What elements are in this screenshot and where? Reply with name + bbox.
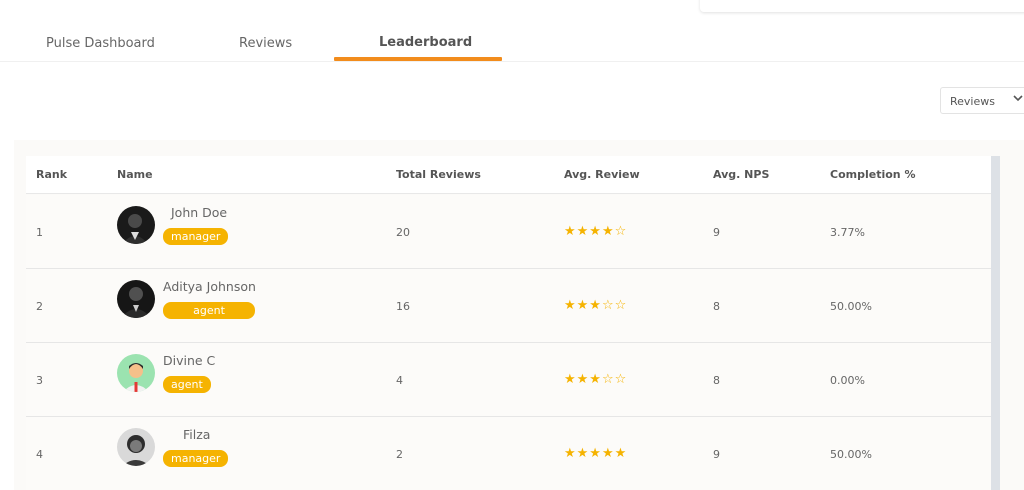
star-rating: ★★★★☆	[564, 224, 628, 239]
top-card	[700, 0, 1024, 12]
total-reviews-cell: 4	[396, 374, 403, 387]
avg-nps-cell: 9	[713, 226, 720, 239]
rank-cell: 4	[36, 448, 43, 461]
avatar	[117, 280, 155, 318]
rank-cell: 1	[36, 226, 43, 239]
role-badge: agent	[163, 302, 255, 319]
user-name: Divine C	[163, 353, 216, 368]
header-rank[interactable]: Rank	[36, 168, 67, 181]
tab-leaderboard[interactable]: Leaderboard	[379, 35, 472, 50]
role-badge: manager	[163, 450, 229, 467]
avg-nps-cell: 8	[713, 300, 720, 313]
completion-cell: 3.77%	[830, 226, 865, 239]
completion-cell: 0.00%	[830, 374, 865, 387]
total-reviews-cell: 2	[396, 448, 403, 461]
table-header: Rank Name Total Reviews Avg. Review Avg.…	[26, 156, 991, 194]
star-rating: ★★★☆☆	[564, 372, 628, 387]
header-avg-review[interactable]: Avg. Review	[564, 168, 640, 181]
scrollbar[interactable]	[991, 156, 1000, 490]
avatar	[117, 206, 155, 244]
user-name: Aditya Johnson	[163, 279, 256, 294]
tab-pulse-dashboard[interactable]: Pulse Dashboard	[46, 36, 155, 51]
role-badge: manager	[163, 228, 229, 245]
header-completion[interactable]: Completion %	[830, 168, 915, 181]
role-badge: agent	[163, 376, 211, 393]
metric-select-value: Reviews	[950, 95, 995, 108]
star-rating: ★★★★★	[564, 446, 628, 461]
avatar	[117, 354, 155, 392]
chevron-down-icon	[1013, 93, 1023, 106]
table-row[interactable]: 3 Divine C agent 4 ★★★☆☆ 8 0.00%	[26, 343, 991, 417]
user-name: John Doe	[171, 205, 228, 220]
user-name: Filza	[183, 427, 211, 442]
table-row[interactable]: 4 Filza manager 2 ★★★★★ 9 50.00%	[26, 417, 991, 490]
metric-select[interactable]: Reviews	[940, 87, 1024, 114]
star-rating: ★★★☆☆	[564, 298, 628, 313]
avg-nps-cell: 8	[713, 374, 720, 387]
active-tab-indicator	[334, 57, 502, 61]
table-row[interactable]: 1 John Doe manager 20 ★★★★☆ 9 3.77%	[26, 195, 991, 269]
avg-nps-cell: 9	[713, 448, 720, 461]
total-reviews-cell: 20	[396, 226, 410, 239]
header-name[interactable]: Name	[117, 168, 153, 181]
rank-cell: 3	[36, 374, 43, 387]
completion-cell: 50.00%	[830, 300, 872, 313]
rank-cell: 2	[36, 300, 43, 313]
table-row[interactable]: 2 Aditya Johnson agent 16 ★★★☆☆ 8 50.00%	[26, 269, 991, 343]
tab-bar: Pulse Dashboard Reviews Leaderboard	[0, 26, 1024, 62]
tab-reviews[interactable]: Reviews	[239, 36, 292, 51]
completion-cell: 50.00%	[830, 448, 872, 461]
total-reviews-cell: 16	[396, 300, 410, 313]
header-total-reviews[interactable]: Total Reviews	[396, 168, 481, 181]
header-avg-nps[interactable]: Avg. NPS	[713, 168, 769, 181]
avatar	[117, 428, 155, 466]
